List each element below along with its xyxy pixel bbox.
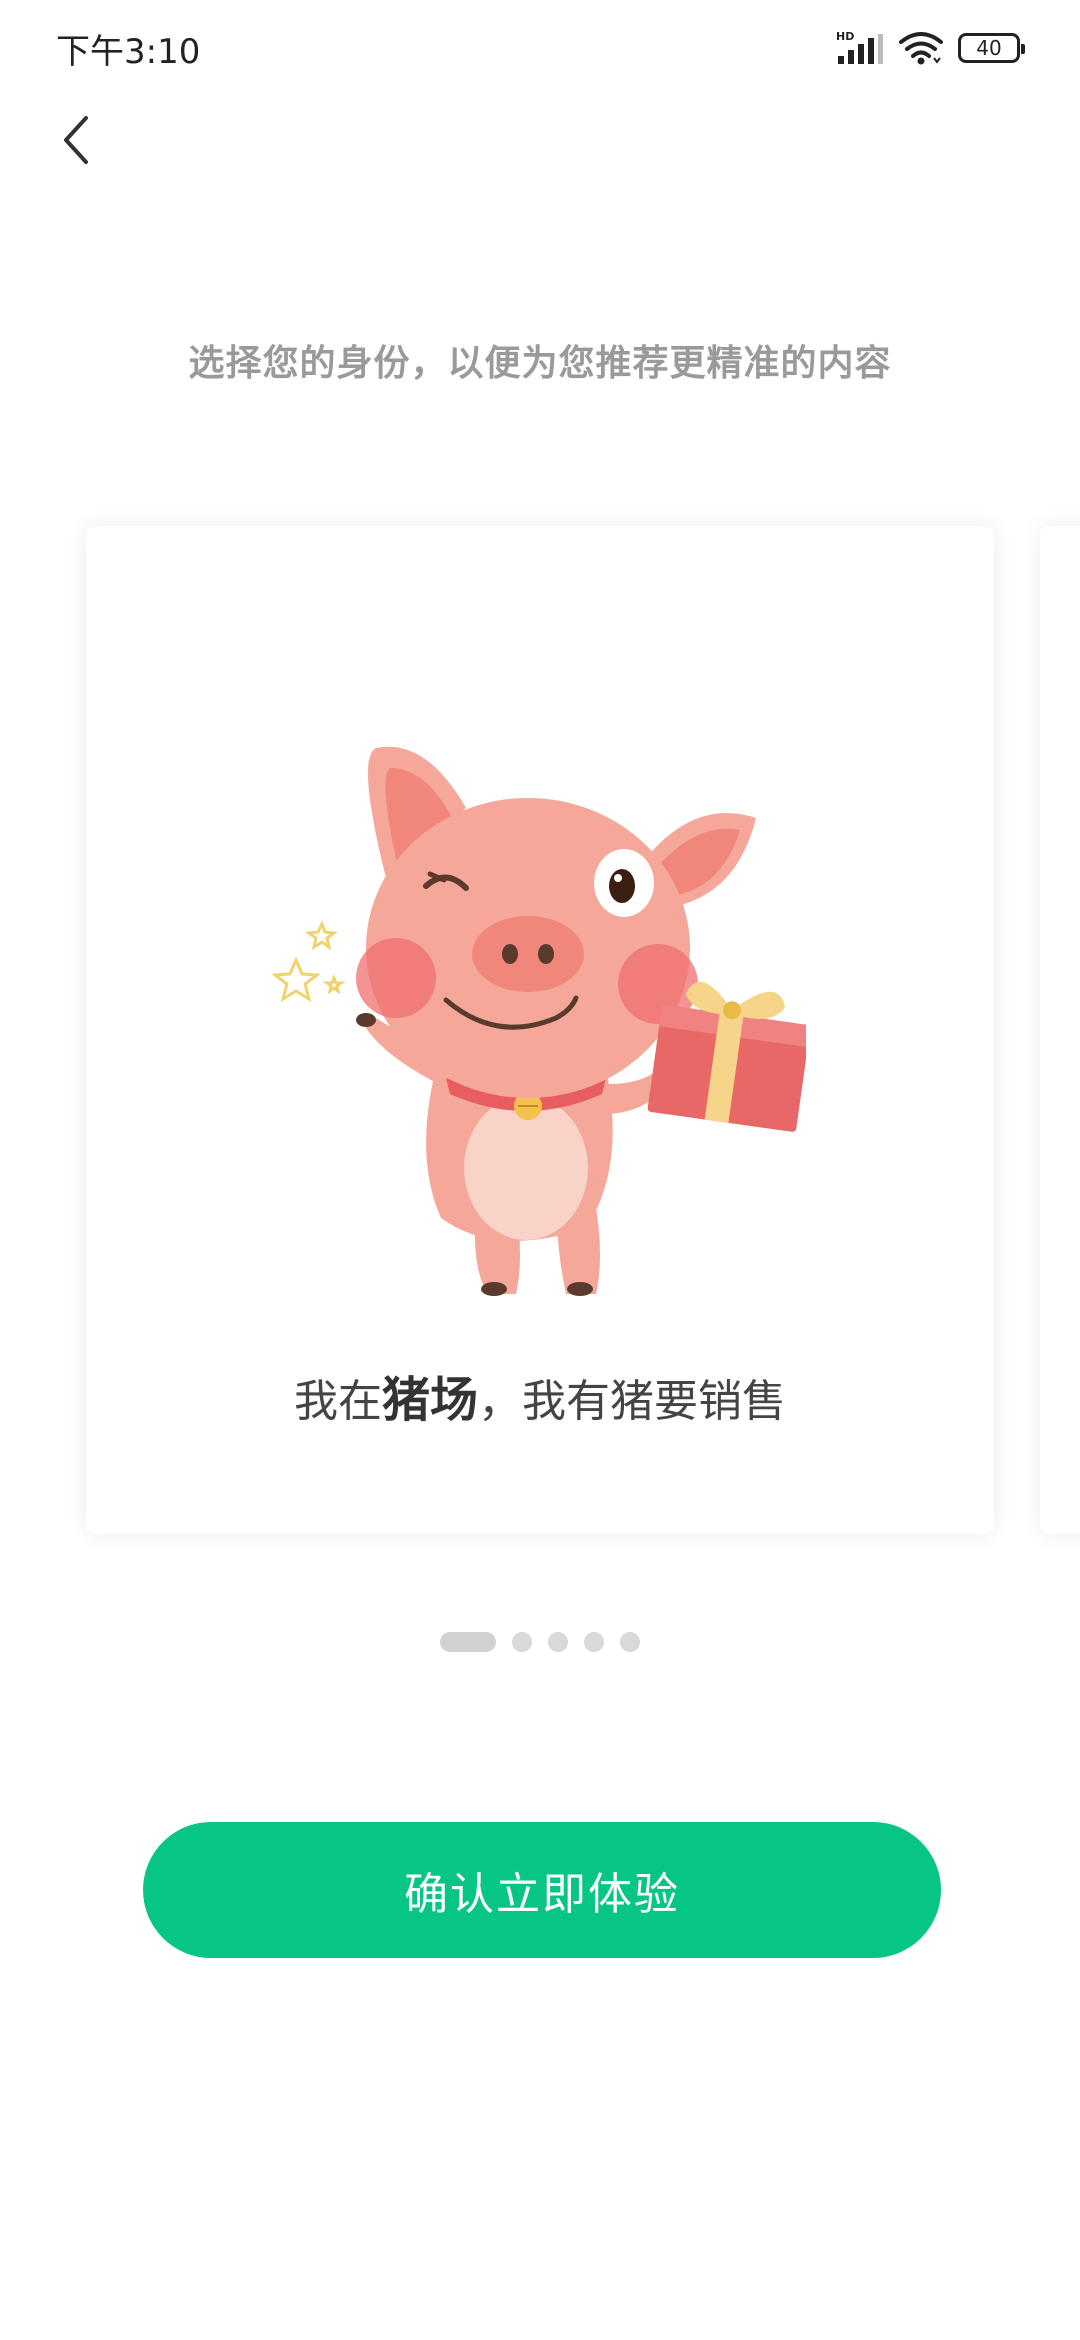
status-bar: 下午3:10 HD 40 [0,0,1080,96]
pig-with-gift-illustration [270,746,806,1296]
pagination-dot[interactable] [584,1632,604,1652]
battery-level: 40 [976,36,1002,60]
caption-prefix: 我在 [293,1376,382,1427]
caption-emphasis: 猪场 [381,1372,478,1428]
wifi-icon [899,32,943,65]
network-type-label: HD [836,30,854,43]
page-subtitle: 选择您的身份，以便为您推荐更精准的内容 [188,343,892,384]
back-button[interactable] [36,100,116,180]
confirm-experience-button[interactable]: 确认立即体验 [143,1822,941,1958]
chevron-left-icon [64,116,88,164]
identity-card-caption: 我在猪场，我有猪要销售 [86,1360,994,1430]
pagination-dot[interactable] [548,1632,568,1652]
caption-suffix: ，我有猪要销售 [478,1376,786,1427]
status-icons: HD 40 [836,26,1025,70]
signal-icon: HD [836,30,883,64]
identity-card-next-peek[interactable] [1040,526,1080,1534]
battery-icon: 40 [958,33,1025,63]
pagination-dot[interactable] [620,1632,640,1652]
identity-carousel[interactable]: 我在猪场，我有猪要销售 [0,500,1080,1560]
pagination-dot-active[interactable] [440,1632,496,1652]
carousel-pagination [0,1630,1080,1654]
status-time: 下午3:10 [56,32,201,72]
identity-selection-page: 下午3:10 HD 40 选择您的身份，以便为您推荐更精准的内容 我在猪场，我有… [0,0,1080,2340]
pagination-dot[interactable] [512,1632,532,1652]
identity-card-pig-farm[interactable]: 我在猪场，我有猪要销售 [86,526,994,1534]
